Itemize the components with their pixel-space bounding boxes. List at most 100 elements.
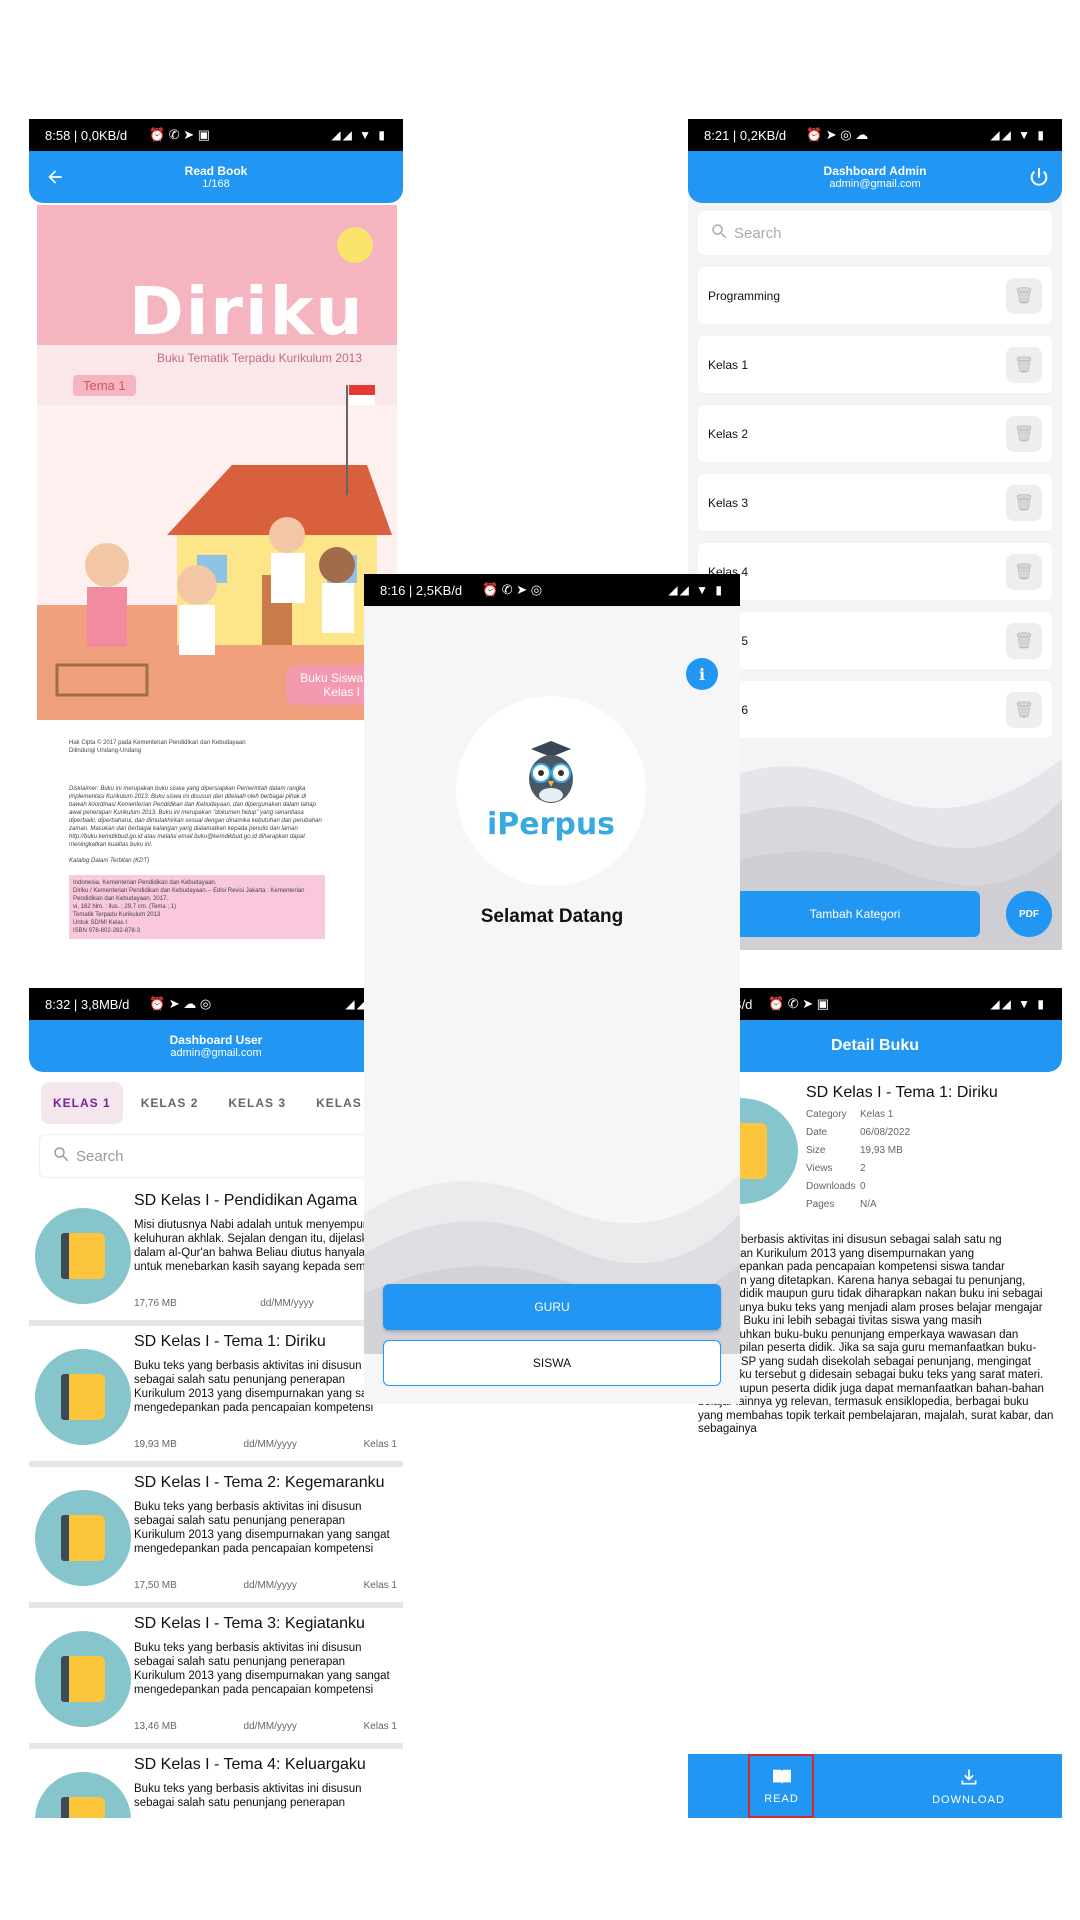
copyright-text: Hak Cipta © 2017 pada Kementerian Pendid… (69, 740, 246, 746)
category-item[interactable]: Programming 🗑 (698, 267, 1052, 324)
meta-value: 0 (860, 1181, 866, 1192)
read-highlight (748, 1754, 814, 1818)
kdt-line: Untuk SD/MI Kelas I (73, 920, 128, 926)
book-title: SD Kelas I - Tema 2: Kegemaranku (134, 1474, 385, 1491)
book-class: Kelas 1 (363, 1721, 397, 1732)
meta-value: 06/08/2022 (860, 1127, 911, 1138)
kdt-line: Diriku / Kementerian Pendidikan dan Kebu… (73, 888, 305, 902)
page-title: Dashboard User (169, 1033, 263, 1047)
category-item[interactable]: Kelas 3 🗑 (698, 474, 1052, 531)
book-description: Buku teks yang berbasis aktivitas ini di… (134, 1360, 390, 1414)
app-logo: iPerpus (456, 696, 646, 886)
book-date: dd/MM/yyyy (243, 1580, 297, 1591)
book-date: dd/MM/yyyy (260, 1298, 314, 1309)
kdt-line: vi, 162 hlm. : ilus. ; 29,7 cm. (Tema ; … (73, 904, 177, 910)
book-description: Misi diutusnya Nabi adalah untuk menyemp… (134, 1219, 399, 1273)
trash-icon[interactable]: 🗑 (1006, 346, 1042, 383)
book-detail-screen: 2,9MB/d ⏰ ✆ ➤ ▣ ◢◢ ▼ ▮ Detail Buku SD Ke… (688, 988, 1062, 1818)
search-icon (710, 222, 728, 244)
protect-text: Dilindungi Undang-Undang (69, 748, 142, 754)
welcome-title: Selamat Datang (480, 906, 624, 927)
guru-button[interactable]: GURU (383, 1284, 721, 1330)
app-bar: Read Book 1/168 (29, 151, 403, 203)
kdt-box: Indonesia. Kementerian Pendidikan dan Ke… (69, 875, 325, 939)
book-cover[interactable]: Diriku Buku Tematik Terpadu Kurikulum 20… (37, 205, 397, 720)
download-button[interactable]: DOWNLOAD (875, 1754, 1062, 1818)
pdf-icon[interactable]: PDF (1006, 891, 1052, 937)
book-list-item[interactable]: SD Kelas I - Tema 1: Diriku Buku teks ya… (29, 1329, 403, 1467)
book-date: dd/MM/yyyy (243, 1721, 297, 1732)
status-bar: 8:16 | 2,5KB/d ⏰ ✆ ➤ ◎ ◢◢ ▼ ▮ (364, 574, 740, 606)
meta-value: 2 (860, 1163, 866, 1174)
search-input[interactable]: Search (698, 211, 1052, 255)
tab-kelas-2[interactable]: KELAS 2 (129, 1082, 211, 1124)
back-arrow-icon[interactable] (43, 165, 67, 189)
book-description: Buku teks yang berbasis aktivitas ini di… (134, 1783, 362, 1809)
trash-icon[interactable]: 🗑 (1006, 553, 1042, 590)
status-time: 8:32 | 3,8MB/d (45, 996, 130, 1012)
category-item[interactable]: Kelas 4 🗑 (698, 543, 1052, 600)
trash-icon[interactable]: 🗑 (1006, 691, 1042, 728)
trash-icon[interactable]: 🗑 (1006, 622, 1042, 659)
status-bar: 2,9MB/d ⏰ ✆ ➤ ▣ ◢◢ ▼ ▮ (688, 988, 1062, 1020)
tab-kelas-1[interactable]: KELAS 1 (41, 1082, 123, 1124)
search-placeholder: Search (76, 1147, 124, 1165)
page-title: Dashboard Admin (823, 164, 927, 178)
book-title: SD Kelas I - Tema 1: Diriku (806, 1084, 998, 1101)
book-icon (35, 1631, 131, 1727)
book-size: 17,50 MB (134, 1580, 177, 1591)
meta-value: Kelas 1 (860, 1109, 894, 1120)
status-time: 8:58 | 0,0KB/d (45, 127, 128, 143)
app-bar: Dashboard User admin@gmail.com (29, 1020, 403, 1072)
book-title: SD Kelas I - Tema 4: Keluargaku (134, 1756, 366, 1773)
book-icon (35, 1349, 131, 1445)
disclaimer-text: Disklaimer: Buku ini merupakan buku sisw… (69, 786, 322, 848)
book-title: SD Kelas I - Tema 3: Kegiatanku (134, 1615, 365, 1632)
page-counter: 1/168 (202, 178, 230, 190)
meta-key: Pages (806, 1199, 835, 1210)
add-category-button[interactable]: Tambah Kategori (730, 891, 980, 937)
book-size: 17,76 MB (134, 1298, 177, 1309)
power-icon[interactable] (1026, 164, 1052, 190)
book-meta: 17,76 MB dd/MM/yyyy (134, 1298, 397, 1309)
book-icon (35, 1208, 131, 1304)
status-bar: 8:21 | 0,2KB/d ⏰ ➤ ◎ ☁ ◢◢ ▼ ▮ (688, 119, 1062, 151)
book-date: dd/MM/yyyy (243, 1439, 297, 1450)
book-list-item[interactable]: SD Kelas I - Tema 2: Kegemaranku Buku te… (29, 1470, 403, 1608)
category-label: Kelas 3 (708, 495, 749, 510)
trash-icon[interactable]: 🗑 (1006, 484, 1042, 521)
status-icons: ⏰ ✆ ➤ ▣ (149, 127, 211, 142)
trash-icon[interactable]: 🗑 (1006, 277, 1042, 314)
cover-subtitle: Buku Tematik Terpadu Kurikulum 2013 (157, 351, 363, 365)
meta-value: N/A (860, 1199, 877, 1210)
owl-icon (529, 740, 573, 803)
book-title: SD Kelas I - Pendidikan Agama (134, 1192, 358, 1209)
book-list-item[interactable]: SD Kelas I - Pendidikan Agama Misi diutu… (29, 1188, 403, 1326)
search-input[interactable]: Search (39, 1134, 393, 1178)
cover-tema: Tema 1 (73, 375, 136, 396)
meta-key: Size (806, 1145, 826, 1156)
siswa-button[interactable]: SISWA (383, 1340, 721, 1386)
kdt-line: Tematik Terpadu Kurikulum 2013 (73, 912, 161, 918)
category-item[interactable]: Kelas 2 🗑 (698, 405, 1052, 462)
cover-title: Diriku (129, 273, 365, 350)
download-icon (959, 1767, 979, 1790)
read-book-screen: 8:58 | 0,0KB/d ⏰ ✆ ➤ ▣ ◢◢ ▼ ▮ Read Book … (29, 119, 403, 950)
book-title: SD Kelas I - Tema 1: Diriku (134, 1333, 326, 1350)
info-icon[interactable]: i (686, 658, 718, 690)
tab-kelas-3[interactable]: KELAS 3 (216, 1082, 298, 1124)
status-time: 8:16 | 2,5KB/d (380, 582, 463, 598)
category-item[interactable]: Kelas 6🗑 (698, 681, 1052, 738)
book-list-item[interactable]: SD Kelas I - Tema 3: Kegiatanku Buku tek… (29, 1611, 403, 1749)
katalog-text: Katalog Dalam Terbitan (KDT) (69, 858, 150, 864)
book-description: Buku teks yang berbasis aktivitas ini di… (134, 1501, 390, 1555)
book-description: ks yang berbasis aktivitas ini disusun s… (698, 1234, 1054, 1435)
kdt-line: ISBN 978-602-282-878-3 (73, 928, 141, 934)
category-item[interactable]: Kelas 1 🗑 (698, 336, 1052, 393)
book-list-item[interactable]: SD Kelas I - Tema 4: Keluargaku Buku tek… (29, 1752, 403, 1818)
trash-icon[interactable]: 🗑 (1006, 415, 1042, 452)
book-size: 13,46 MB (134, 1721, 177, 1732)
kdt-line: Indonesia. Kementerian Pendidikan dan Ke… (73, 880, 217, 886)
category-item[interactable]: Kelas 5🗑 (698, 612, 1052, 669)
welcome-screen: 8:16 | 2,5KB/d ⏰ ✆ ➤ ◎ ◢◢ ▼ ▮ i iPerpus … (364, 574, 740, 1404)
